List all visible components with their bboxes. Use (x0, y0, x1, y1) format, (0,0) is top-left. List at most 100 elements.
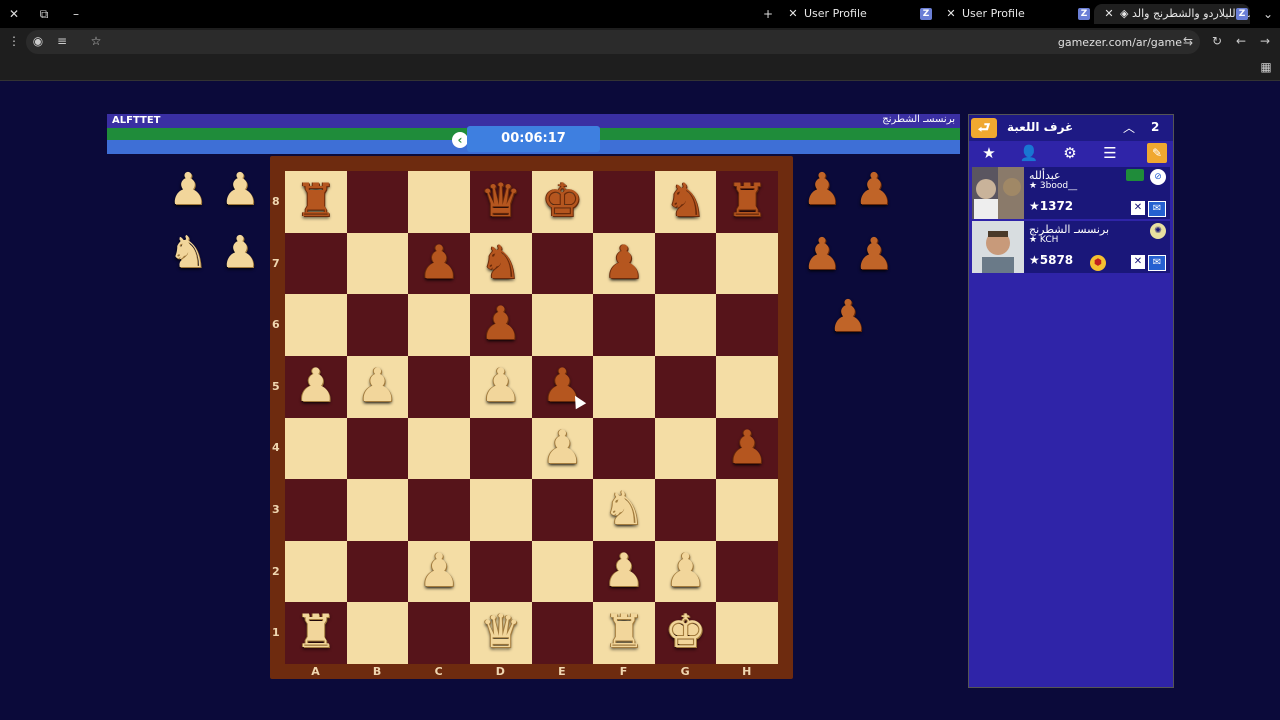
square-h5[interactable] (716, 355, 778, 418)
bookmark-star-icon[interactable]: ☆ (88, 34, 104, 48)
close-tab-icon[interactable]: ✕ (1102, 4, 1116, 24)
square-e1[interactable] (531, 602, 594, 664)
black-pawn-icon[interactable]: ♟ (470, 294, 532, 356)
url-text[interactable]: gamezer.com/ar/game (1058, 36, 1182, 49)
square-e6[interactable] (531, 294, 594, 356)
square-f5[interactable] (593, 355, 655, 418)
square-c3[interactable] (408, 479, 470, 541)
square-e8[interactable]: ♚ (531, 171, 594, 233)
white-pawn-icon[interactable]: ♟ (593, 541, 655, 603)
square-c1[interactable] (408, 602, 470, 664)
tab-user-profile-1[interactable]: ✕ User Profile (786, 4, 866, 24)
square-c6[interactable] (408, 294, 470, 356)
square-a8[interactable]: ♜ (285, 171, 347, 233)
square-e3[interactable] (531, 479, 594, 541)
tab-game-active[interactable]: ✕ ◈ العب الليلاردو والشطرنج والد (1094, 4, 1250, 24)
square-c5[interactable] (408, 355, 470, 418)
close-tab-icon[interactable]: ✕ (944, 4, 958, 24)
square-d5[interactable]: ♟ (469, 355, 532, 418)
close-window-icon[interactable]: ✕ (6, 6, 22, 22)
square-a3[interactable] (285, 479, 347, 541)
square-h6[interactable] (716, 294, 778, 356)
chevron-left-icon[interactable]: ‹ (452, 132, 468, 148)
message-button[interactable]: ✉ (1148, 255, 1166, 271)
square-e4[interactable]: ♟ (531, 417, 594, 480)
edit-note-icon[interactable]: ✎ (1147, 143, 1167, 163)
square-d1[interactable]: ♛ (469, 602, 532, 664)
square-d7[interactable]: ♞ (469, 232, 532, 295)
square-g2[interactable]: ♟ (654, 540, 717, 603)
square-h2[interactable] (716, 540, 778, 603)
square-b7[interactable] (346, 232, 409, 295)
white-rook-icon[interactable]: ♜ (593, 602, 655, 664)
square-d6[interactable]: ♟ (469, 294, 532, 356)
square-a4[interactable] (285, 417, 347, 480)
customize-icon[interactable]: ≡ (54, 34, 70, 48)
gear-icon[interactable]: ⚙ (1060, 143, 1080, 163)
ignore-button[interactable]: ✕ (1131, 255, 1145, 269)
profile-icon[interactable]: ◉ (30, 34, 46, 48)
square-d4[interactable] (469, 417, 532, 480)
user-icon[interactable]: 👤 (1019, 143, 1039, 163)
square-a2[interactable] (285, 540, 347, 603)
square-f2[interactable]: ♟ (593, 540, 655, 603)
player-row[interactable]: عبدألله ★ 3bood__ ★1372 ⊘ ✕ ✉ (972, 167, 1170, 219)
square-f3[interactable]: ♞ (593, 479, 655, 541)
reload-icon[interactable]: ↻ (1209, 34, 1225, 48)
black-queen-icon[interactable]: ♛ (470, 171, 532, 233)
square-f1[interactable]: ♜ (593, 602, 655, 664)
restore-window-icon[interactable]: ⧉ (36, 6, 52, 22)
square-c4[interactable] (408, 417, 470, 480)
message-button[interactable]: ✉ (1148, 201, 1166, 217)
black-knight-icon[interactable]: ♞ (655, 171, 717, 233)
square-a5[interactable]: ♟ (285, 355, 347, 418)
black-pawn-icon[interactable]: ♟ (532, 356, 594, 418)
white-queen-icon[interactable]: ♛ (470, 602, 532, 664)
menu-icon[interactable]: ⋮ (6, 34, 22, 48)
black-pawn-icon[interactable]: ♟ (593, 233, 655, 295)
omnibox[interactable] (26, 30, 1200, 54)
square-g3[interactable] (654, 479, 717, 541)
square-d2[interactable] (469, 540, 532, 603)
square-f6[interactable] (593, 294, 655, 356)
white-pawn-icon[interactable]: ♟ (470, 356, 532, 418)
star-icon[interactable]: ★ (979, 143, 999, 163)
square-a6[interactable] (285, 294, 347, 356)
back-icon[interactable]: → (1257, 34, 1273, 48)
square-h7[interactable] (716, 232, 778, 295)
black-rook-icon[interactable]: ♜ (716, 171, 778, 233)
square-b6[interactable] (346, 294, 409, 356)
square-d3[interactable] (469, 479, 532, 541)
white-rook-icon[interactable]: ♜ (285, 602, 347, 664)
square-h1[interactable] (716, 602, 778, 664)
square-g6[interactable] (654, 294, 717, 356)
white-king-icon[interactable]: ♚ (655, 602, 717, 664)
white-pawn-icon[interactable]: ♟ (285, 356, 347, 418)
square-f7[interactable]: ♟ (593, 232, 655, 295)
square-c8[interactable] (408, 171, 470, 233)
square-d8[interactable]: ♛ (469, 171, 532, 233)
square-h4[interactable]: ♟ (716, 417, 778, 480)
white-knight-icon[interactable]: ♞ (593, 479, 655, 541)
square-h8[interactable]: ♜ (716, 171, 778, 233)
black-knight-icon[interactable]: ♞ (470, 233, 532, 295)
tab-user-profile-2[interactable]: ✕ User Profile (944, 4, 1024, 24)
ignore-button[interactable]: ✕ (1131, 201, 1145, 215)
exit-room-button[interactable]: ⮐ (971, 118, 997, 138)
chess-board[interactable]: ♜ ♛ ♚ ♞ ♜ ♟ ♞ ♟ ♟ ♟ ♟ ♟ ♟ ♟ ♟ ♞ ♟ ♟ ♟ ♜ ♛ ♜ ♚ (285, 171, 778, 664)
white-pawn-icon[interactable]: ♟ (655, 541, 717, 603)
white-pawn-icon[interactable]: ♟ (408, 541, 470, 603)
tab-search-icon[interactable]: ⌄ (1260, 6, 1276, 22)
chevron-up-icon[interactable]: ︿ (1123, 119, 1135, 136)
white-pawn-icon[interactable]: ♟ (347, 356, 409, 418)
square-g1[interactable]: ♚ (654, 602, 717, 664)
list-icon[interactable]: ☰ (1100, 143, 1120, 163)
black-pawn-icon[interactable]: ♟ (408, 233, 470, 295)
forward-icon[interactable]: ← (1233, 34, 1249, 48)
square-g5[interactable] (654, 355, 717, 418)
apps-grid-icon[interactable]: ▦ (1258, 60, 1274, 74)
square-b5[interactable]: ♟ (346, 355, 409, 418)
translate-icon[interactable]: ⇆ (1180, 34, 1196, 48)
white-pawn-icon[interactable]: ♟ (532, 418, 594, 480)
square-g8[interactable]: ♞ (654, 171, 717, 233)
